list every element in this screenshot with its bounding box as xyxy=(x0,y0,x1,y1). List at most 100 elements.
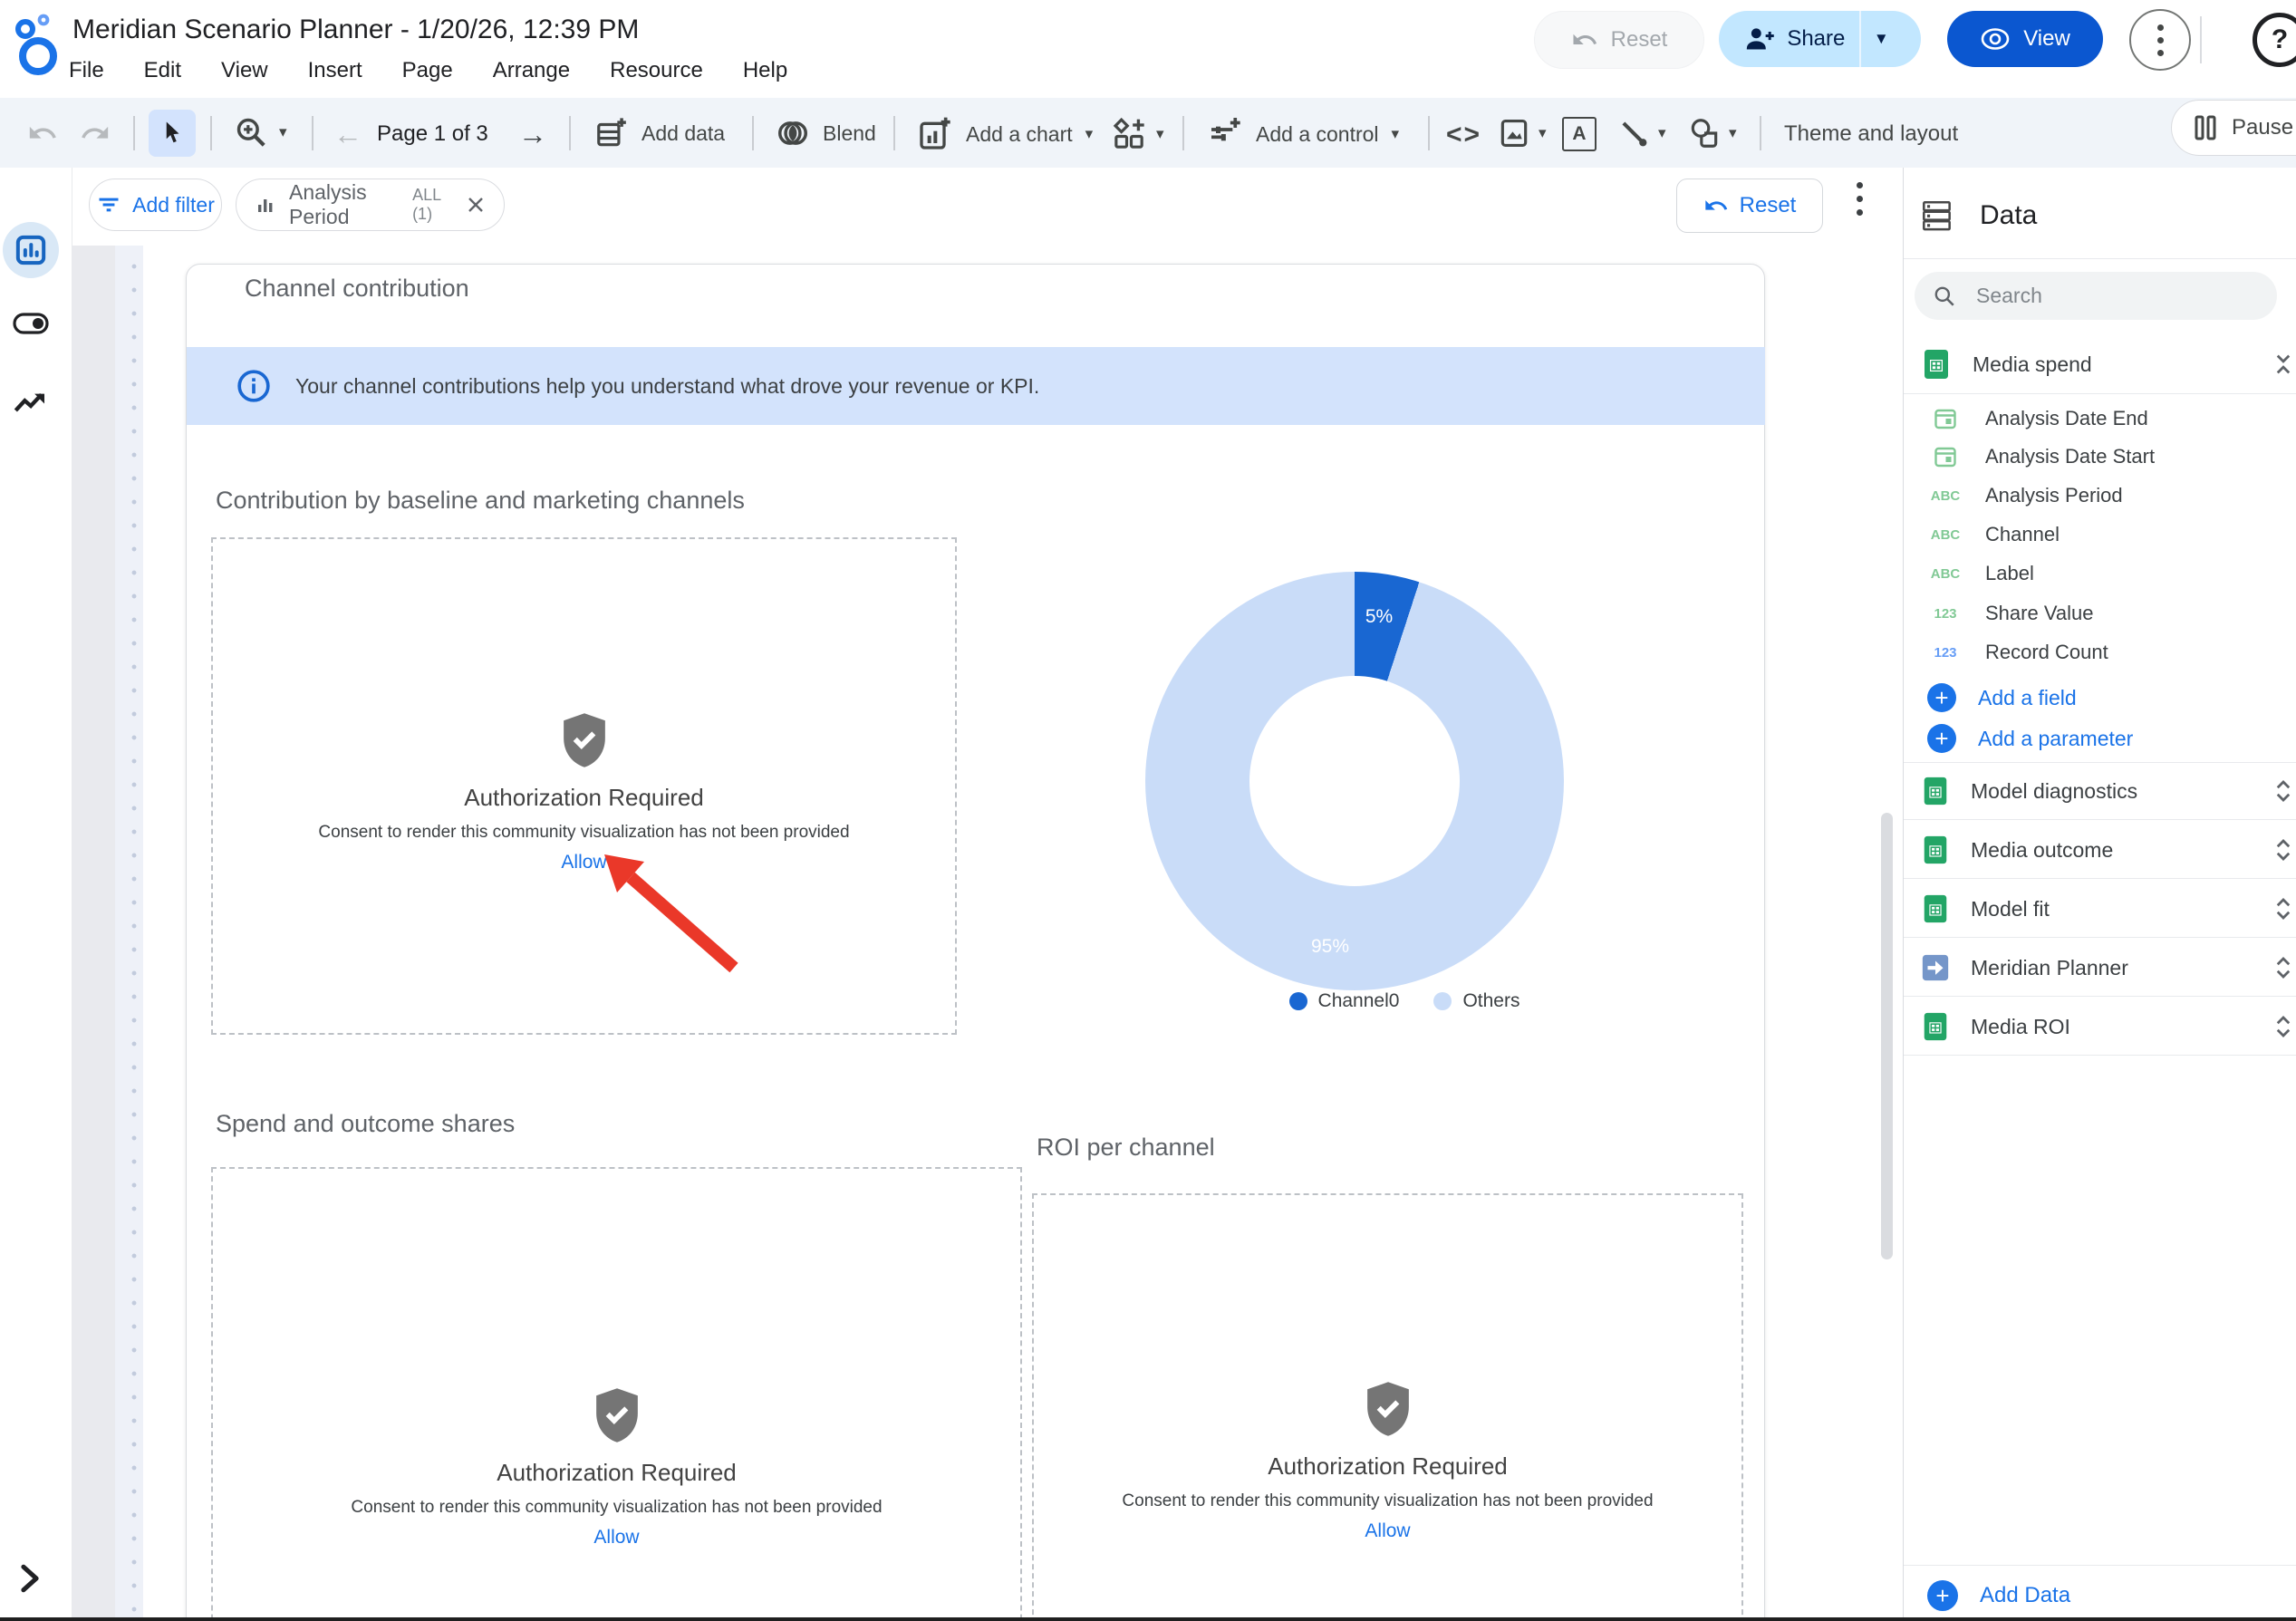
add-data-button-bottom[interactable]: + Add Data xyxy=(1904,1574,2296,1617)
allow-link[interactable]: Allow xyxy=(1365,1520,1410,1542)
zoom-dropdown-arrow-icon: ▾ xyxy=(279,123,287,141)
canvas-grid-margin xyxy=(115,246,143,1621)
undo-icon[interactable] xyxy=(27,118,58,149)
field-share-value[interactable]: 123 Share Value xyxy=(1904,594,2296,632)
shape-tool-button[interactable]: ▾ xyxy=(1687,116,1737,150)
field-analysis-date-start[interactable]: Analysis Date Start xyxy=(1904,438,2296,476)
next-page-arrow-icon[interactable]: → xyxy=(518,118,547,151)
add-filter-button[interactable]: Add filter xyxy=(89,179,222,231)
select-tool-button[interactable] xyxy=(149,110,196,157)
add-data-button[interactable]: Add data xyxy=(594,116,725,150)
data-panel-title: Data xyxy=(1980,200,2037,231)
expand-source-icon[interactable] xyxy=(2270,777,2296,805)
more-options-button[interactable] xyxy=(2129,9,2191,71)
eye-icon xyxy=(1980,27,2011,51)
pause-updates-button[interactable]: Pause u xyxy=(2171,100,2296,156)
image-tool-button[interactable]: ▾ xyxy=(1497,116,1547,150)
theme-layout-button[interactable]: Theme and layout xyxy=(1784,121,1958,147)
search-input[interactable] xyxy=(1974,283,2250,309)
data-source-media-roi[interactable]: Media ROI xyxy=(1904,999,2296,1055)
data-source-meridian-planner[interactable]: Meridian Planner xyxy=(1904,940,2296,996)
collapse-source-icon[interactable] xyxy=(2270,351,2296,378)
analysis-period-filter-chip[interactable]: Analysis Period ALL (1) xyxy=(236,179,505,231)
abc-icon: ABC xyxy=(1922,566,1969,582)
bar-chart-page-icon xyxy=(13,232,49,268)
data-source-model-diagnostics[interactable]: Model diagnostics xyxy=(1904,763,2296,819)
data-source-media-outcome[interactable]: Media outcome xyxy=(1904,822,2296,878)
field-analysis-date-end[interactable]: Analysis Date End xyxy=(1904,400,2296,438)
filter-bar-more-icon[interactable] xyxy=(1850,182,1868,216)
sheets-source-icon xyxy=(1920,835,1951,865)
report-pages-tab[interactable] xyxy=(3,222,59,278)
edit-toolbar: ▾ ← Page 1 of 3 → Add data Blend Add a c… xyxy=(0,98,2296,168)
text-tool-icon[interactable]: A xyxy=(1562,117,1597,151)
authorization-title: Authorization Required xyxy=(497,1459,737,1487)
expand-source-icon[interactable] xyxy=(2270,895,2296,922)
line-tool-button[interactable]: ▾ xyxy=(1616,116,1666,150)
trends-tab[interactable] xyxy=(13,383,49,420)
community-viz-dropdown-arrow-icon: ▾ xyxy=(1156,125,1164,143)
redo-icon[interactable] xyxy=(80,118,111,149)
section-title-roi: ROI per channel xyxy=(1037,1134,1215,1162)
data-panel-header: Data xyxy=(1904,184,2296,247)
share-dropdown-arrow-icon[interactable]: ▼ xyxy=(1861,30,1902,48)
menu-page[interactable]: Page xyxy=(402,58,453,83)
info-banner: Your channel contributions help you unde… xyxy=(187,347,1765,425)
menu-view[interactable]: View xyxy=(221,58,268,83)
page-indicator[interactable]: Page 1 of 3 xyxy=(377,121,488,147)
share-button[interactable]: Share ▼ xyxy=(1719,11,1921,67)
menu-help[interactable]: Help xyxy=(743,58,787,83)
authorization-message: Consent to render this community visuali… xyxy=(1122,1491,1653,1511)
help-icon[interactable]: ? xyxy=(2253,13,2296,67)
window-bottom-edge xyxy=(0,1617,2296,1621)
legend-swatch-others xyxy=(1433,992,1452,1010)
report-title[interactable]: Meridian Scenario Planner - 1/20/26, 12:… xyxy=(72,14,639,45)
123-icon: 123 xyxy=(1922,645,1969,661)
menu-resource[interactable]: Resource xyxy=(610,58,703,83)
canvas-scrollbar[interactable] xyxy=(1881,813,1893,1259)
menu-file[interactable]: File xyxy=(69,58,104,83)
search-icon xyxy=(1933,285,1956,308)
allow-link[interactable]: Allow xyxy=(593,1527,639,1549)
zoom-tool-button[interactable]: ▾ xyxy=(234,115,287,150)
donut-hole xyxy=(1249,676,1460,886)
add-chart-button[interactable]: Add a chart ▾ xyxy=(917,116,1093,152)
bar-chart-icon xyxy=(255,194,276,216)
add-control-button[interactable]: Add a control ▾ xyxy=(1207,116,1399,152)
view-button[interactable]: View xyxy=(1947,11,2103,67)
abc-icon: ABC xyxy=(1922,488,1969,504)
reset-filters-button[interactable]: Reset xyxy=(1676,179,1823,233)
remove-filter-icon[interactable] xyxy=(466,195,486,215)
canvas-margin xyxy=(72,246,115,1621)
blend-button[interactable]: Blend xyxy=(776,116,876,150)
expand-rail-chevron-icon[interactable] xyxy=(16,1563,43,1594)
embed-code-icon[interactable]: <> xyxy=(1446,120,1481,150)
add-a-parameter-button[interactable]: + Add a parameter xyxy=(1904,719,2296,758)
community-visualizations-button[interactable]: ▾ xyxy=(1111,116,1164,152)
field-analysis-period[interactable]: ABC Analysis Period xyxy=(1904,477,2296,515)
expand-source-icon[interactable] xyxy=(2270,1013,2296,1040)
sheets-source-icon xyxy=(1920,1011,1951,1042)
connector-source-icon xyxy=(1920,952,1951,983)
reset-button-header[interactable]: Reset xyxy=(1534,11,1704,69)
data-source-media-spend[interactable]: Media spend xyxy=(1904,335,2296,393)
controls-tab[interactable] xyxy=(13,305,49,342)
field-record-count[interactable]: 123 Record Count xyxy=(1904,633,2296,671)
field-label[interactable]: ABC Label xyxy=(1904,555,2296,593)
legend-item-channel0[interactable]: Channel0 xyxy=(1289,990,1400,1012)
add-a-field-button[interactable]: + Add a field xyxy=(1904,678,2296,718)
data-source-model-fit[interactable]: Model fit xyxy=(1904,881,2296,937)
menu-edit[interactable]: Edit xyxy=(144,58,181,83)
info-banner-text: Your channel contributions help you unde… xyxy=(295,374,1039,399)
expand-source-icon[interactable] xyxy=(2270,954,2296,981)
plus-icon: + xyxy=(1927,683,1956,712)
field-channel[interactable]: ABC Channel xyxy=(1904,516,2296,554)
undo-icon xyxy=(1703,193,1729,218)
expand-source-icon[interactable] xyxy=(2270,836,2296,864)
menu-arrange[interactable]: Arrange xyxy=(493,58,570,83)
menu-insert[interactable]: Insert xyxy=(308,58,362,83)
previous-page-arrow-icon[interactable]: ← xyxy=(333,118,362,151)
legend-item-others[interactable]: Others xyxy=(1433,990,1519,1012)
field-search[interactable] xyxy=(1915,272,2277,320)
line-dropdown-arrow-icon: ▾ xyxy=(1658,124,1666,142)
